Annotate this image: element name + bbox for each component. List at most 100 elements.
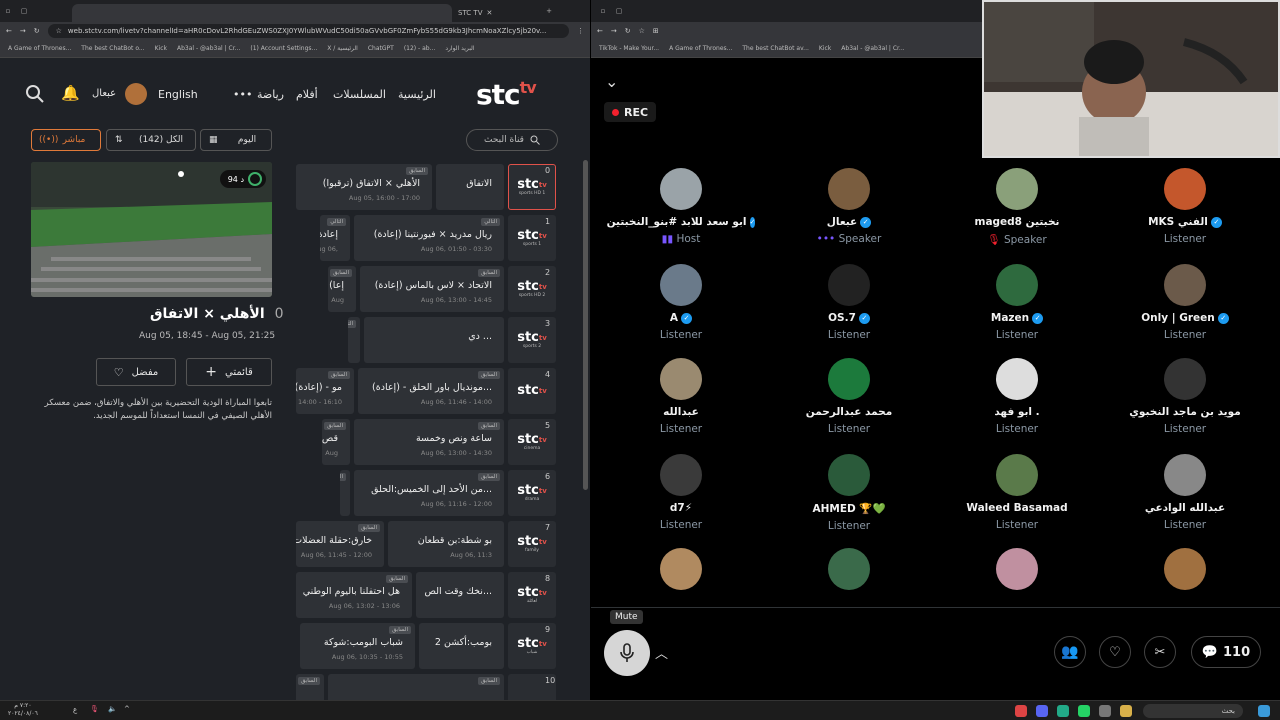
avatar[interactable] — [660, 264, 702, 306]
bookmark-item[interactable]: A Game of Thrones... — [8, 45, 71, 52]
bookmark-item[interactable]: (12) - ab... — [404, 45, 436, 52]
forward-icon[interactable]: → — [20, 27, 26, 35]
participant[interactable]: Mazen ✓ Listener — [947, 264, 1087, 341]
star-icon[interactable]: ☆ — [639, 27, 645, 35]
participant[interactable] — [611, 548, 751, 590]
bookmark-item[interactable]: The best ChatBot av... — [742, 45, 809, 52]
program-card[interactable]: هل احتفلنا باليوم الوطني Aug 06, 13:02 - … — [296, 572, 412, 618]
reload-icon[interactable]: ↻ — [625, 27, 631, 35]
program-card[interactable]: السابق — [328, 674, 504, 700]
avatar[interactable] — [996, 264, 1038, 306]
discord-icon[interactable] — [1036, 705, 1048, 717]
avatar[interactable] — [1164, 168, 1206, 210]
mic-tray-icon[interactable]: 🎙 — [90, 705, 99, 713]
program-card[interactable]: الأAugالسابق — [340, 470, 350, 516]
app-icon[interactable] — [1099, 705, 1111, 717]
clip-button[interactable]: ✂ — [1144, 636, 1176, 668]
bell-icon[interactable]: 🔔 — [61, 84, 80, 102]
program-card[interactable]: شباب البومب:شوكة Aug 06, 10:35 - 10:55 الس… — [300, 623, 415, 669]
participant[interactable]: d7⚡ Listener — [611, 454, 751, 531]
participant[interactable]: Waleed Basamad Listener — [947, 454, 1087, 531]
participant[interactable]: مويد بن ماجد النخبوي Listener — [1115, 358, 1255, 435]
bookmark-item[interactable]: X / الرئيسية — [327, 45, 358, 52]
participant[interactable]: عبعال ✓ ••• Speaker — [779, 168, 919, 245]
avatar[interactable] — [125, 83, 147, 105]
avatar[interactable] — [828, 548, 870, 590]
nav-more[interactable]: ••• — [233, 88, 252, 101]
participant[interactable]: محمد عبدالرحمن Listener — [779, 358, 919, 435]
tab-stc-tv[interactable]: STC TV ✕ — [452, 4, 542, 22]
avatar[interactable] — [996, 548, 1038, 590]
mic-button[interactable] — [604, 630, 650, 676]
program-card[interactable]: ساعة ونص وخمسة Aug 06, 13:00 - 14:30 الساب… — [354, 419, 504, 465]
avatar[interactable] — [660, 454, 702, 496]
avatar[interactable] — [996, 358, 1038, 400]
program-card[interactable]: (إعادة Aug 06, التالي — [320, 215, 350, 261]
react-button[interactable]: ♡ — [1099, 636, 1131, 668]
reload-icon[interactable]: ↻ — [34, 27, 40, 35]
new-tab-icon[interactable]: + — [542, 7, 556, 15]
participant[interactable]: عبدالله الوادعي Listener — [1115, 454, 1255, 531]
avatar[interactable] — [828, 264, 870, 306]
tab-search-icon[interactable]: ▢ — [16, 7, 32, 15]
favorite-button[interactable]: ♡ مفضل — [96, 358, 176, 386]
clock[interactable]: ٧:٢٠ م ٢٠٢٤/٠٨/٠٦ — [8, 702, 38, 718]
language-toggle[interactable]: English — [158, 88, 198, 101]
nav-movies[interactable]: أفلام — [296, 88, 318, 101]
taskbar-search[interactable]: بحث — [1143, 704, 1243, 718]
program-card[interactable]: (إعادة) - مونديال باور الحلق... Aug 06, 1… — [358, 368, 504, 414]
tab-menu-icon[interactable]: ▫ — [0, 7, 16, 15]
program-card[interactable]: (إعا Aug السابق — [328, 266, 356, 312]
participant[interactable]: عبدالله Listener — [611, 358, 751, 435]
participant[interactable]: AHMED 🏆💚 Listener — [779, 454, 919, 532]
participant[interactable]: ابو سعد للابد #بنو_النخبتين ✓ ▮▮ Host — [607, 168, 756, 245]
avatar[interactable] — [828, 168, 870, 210]
chrome-icon[interactable] — [1015, 705, 1027, 717]
comments-button[interactable]: 💬 110 — [1191, 636, 1261, 668]
stc-logo[interactable]: stctv — [476, 78, 537, 111]
add-to-list-button[interactable]: + قائمتي — [186, 358, 272, 386]
program-card[interactable]: (إعادة) القادسية × جيروناAug 06, 03:25 -… — [348, 317, 360, 363]
nav-home[interactable]: الرئيسية — [398, 88, 436, 101]
back-icon[interactable]: ← — [597, 27, 603, 35]
scrollbar[interactable] — [583, 160, 588, 490]
channel-search-input[interactable]: قناة البحث — [466, 129, 558, 151]
bookmark-item[interactable]: ChatGPT — [368, 45, 394, 52]
bookmark-item[interactable]: Ab3al - @ab3al | Cr... — [841, 45, 904, 52]
live-button[interactable]: مباشر ((•)) — [31, 129, 101, 151]
chrome-taskbar-icon[interactable] — [1057, 705, 1069, 717]
start-icon[interactable] — [1258, 705, 1270, 717]
tab-active[interactable] — [72, 4, 452, 22]
participant[interactable]: OS.7 ✓ Listener — [779, 264, 919, 341]
search-icon[interactable] — [25, 84, 45, 104]
expand-chevron-icon[interactable]: ︿ — [655, 643, 668, 662]
files-icon[interactable] — [1120, 705, 1132, 717]
program-card[interactable]: (ترقبوا) الأهلي × الاتفاق Aug 05, 16:00 -… — [296, 164, 432, 210]
day-filter[interactable]: اليوم ▦ — [200, 129, 272, 151]
avatar[interactable] — [1164, 454, 1206, 496]
program-card[interactable]: (إعادة) الاتحاد × لاس بالماس Aug 06, 13:0… — [360, 266, 504, 312]
avatar[interactable] — [1164, 548, 1206, 590]
tab-menu-icon[interactable]: ▫ — [595, 7, 611, 15]
avatar[interactable] — [660, 168, 702, 210]
avatar[interactable] — [828, 358, 870, 400]
program-card[interactable]: خارق:حقلة العضلات Aug 06, 11:45 - 12:00 ال… — [296, 521, 384, 567]
program-card[interactable]: السابق — [296, 674, 324, 700]
program-card[interactable]: (إعادة) - مو Aug 06, 14:00 - 16:10 السابق — [296, 368, 354, 414]
avatar[interactable] — [1164, 264, 1206, 306]
participant[interactable] — [947, 548, 1087, 590]
tab-close-icon[interactable]: ✕ — [487, 9, 493, 17]
participant[interactable] — [1115, 548, 1255, 590]
program-card[interactable]: قص Aug السابق — [322, 419, 350, 465]
people-button[interactable]: 👥 — [1054, 636, 1086, 668]
bookmark-item[interactable]: Kick — [819, 45, 831, 52]
nav-series[interactable]: المسلسلات — [333, 88, 386, 101]
bookmark-item[interactable]: (1) Account Settings... — [250, 45, 317, 52]
participant[interactable]: Only | Green ✓ Listener — [1115, 264, 1255, 341]
avatar[interactable] — [996, 454, 1038, 496]
tab-search-icon[interactable]: ▢ — [611, 7, 627, 15]
avatar[interactable] — [828, 454, 870, 496]
program-card[interactable]: (إعادة) ريال مدريد × فيورنتينا Aug 06, 01… — [354, 215, 504, 261]
url-field[interactable]: ☆ web.stctv.com/livetv?channelId=aHR0cDov… — [47, 24, 569, 38]
program-card[interactable]: بومب:أكشن 2 — [419, 623, 504, 669]
